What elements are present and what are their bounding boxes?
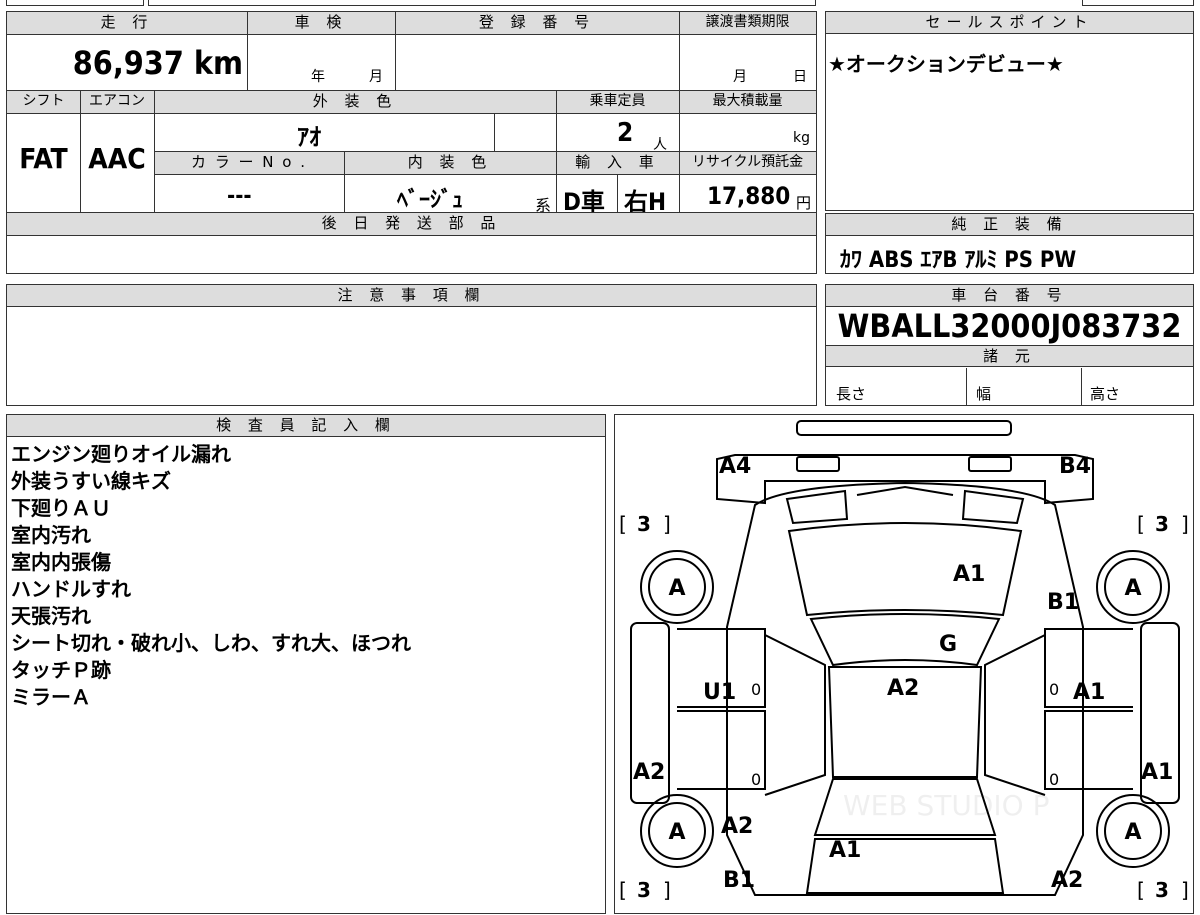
color-no-value: --- [227,184,252,209]
mark-rear-right: A2 [1051,868,1083,893]
spec-height-label: 高さ [1090,385,1121,403]
mileage-value: 86,937 km [7,38,247,88]
caution-box: 注 意 事 項 欄 [6,284,817,406]
equipment-text: ｶﾜ ABS ｴｱB ｱﾙﾐ PS PW [840,248,1077,273]
tread-bracket-fl-close: ] [663,512,671,536]
mileage-header: 走 行 [7,12,247,34]
recycle-unit: 円 [796,194,812,212]
mark-left-front-door: U1 [703,680,736,705]
transfer-day: 日 [793,69,807,85]
note-line: 外装うすい線キズ [11,469,171,493]
sales-point-text: ★オークションデビュー★ [828,52,1064,76]
maxload-unit: kg [793,130,810,146]
tread-fr: 3 [1155,512,1169,536]
tread-bracket-fr: [ [1137,512,1145,536]
mark-right-rocker: A1 [1141,760,1173,785]
vehicle-info-table: 走 行 車 検 登 録 番 号 譲渡書類期限 86,937 km 年 月 月 日… [6,11,817,274]
damage-diagram-box: [ 3 ] [ 3 ] [ 3 ] [ 3 ] A A A A A4 B4 A1… [614,414,1194,914]
zero-mark-rr: 0 [1049,770,1059,789]
note-line: エンジン廻りオイル漏れ [11,442,231,466]
top-strip-right [1082,0,1194,6]
capacity-value: 2 [617,118,634,148]
inspector-notes-list: エンジン廻りオイル漏れ 外装うすい線キズ 下廻りＡＵ 室内汚れ 室内内張傷 ハン… [11,441,411,711]
mark-rear-left: B1 [723,868,755,893]
tire-mark-fl: A [668,576,685,601]
color-no-header: カ ラ ー N o . [154,152,344,174]
sales-point-box: セールスポイント ★オークションデビュー★ [825,11,1194,211]
mark-roof: A2 [887,676,919,701]
tread-rl: 3 [637,878,651,902]
interior-value: ﾍﾞｰｼﾞｭ [397,188,464,213]
tread-bracket-rr: [ [1137,878,1145,902]
transfer-month: 月 [733,69,747,85]
mark-hood: A1 [953,562,985,587]
tread-bracket-fl: [ [619,512,627,536]
tire-mark-rr: A [1124,820,1141,845]
shift-header: シフト [7,91,80,113]
zero-mark-lr: 0 [751,770,761,789]
equipment-box: 純 正 装 備 ｶﾜ ABS ｴｱB ｱﾙﾐ PS PW [825,213,1194,274]
mark-left-rear-fender: A2 [721,814,753,839]
tread-fl: 3 [637,512,651,536]
exterior-header: 外 装 色 [154,91,556,113]
shift-value: FAT [19,142,68,175]
capacity-header: 乗車定員 [556,91,679,113]
later-parts-header: 後 日 発 送 部 品 [7,213,816,235]
transfer-header: 譲渡書類期限 [679,12,816,34]
mark-left-rocker: A2 [633,760,665,785]
mark-windshield: G [939,632,957,657]
spec-length-label: 長さ [836,385,867,403]
tread-bracket-rr-close: ] [1181,878,1189,902]
recycle-value: 17,880 [707,182,791,210]
mark-right-front-fender: B1 [1047,590,1079,615]
recycle-header: リサイクル預託金 [679,152,816,174]
ac-header: エアコン [80,91,154,113]
mark-front-left: A4 [719,454,751,479]
note-line: 下廻りＡＵ [11,496,111,520]
note-line: 室内汚れ [11,523,91,547]
watermark: WEB STUDIO P [843,789,1050,822]
car-diagram: [ 3 ] [ 3 ] [ 3 ] [ 3 ] A A A A A4 B4 A1… [619,420,1189,902]
mark-trunk: A1 [829,838,861,863]
zero-mark-lf: 0 [751,680,761,699]
tire-mark-fr: A [1124,576,1141,601]
inspection-year: 年 [311,69,325,85]
note-line: 室内内張傷 [11,550,111,574]
interior-header: 内 装 色 [344,152,556,174]
exterior-value: ｱｵ [297,123,321,151]
ac-value: AAC [88,142,146,175]
note-line: タッチＰ跡 [11,658,111,682]
tire-mark-rl: A [668,820,685,845]
mileage-unit: km [193,44,243,82]
maxload-header: 最大積載量 [679,91,816,113]
chassis-box: 車 台 番 号 WBALL32000J083732 諸 元 長さ 幅 高さ [825,284,1194,406]
specs-header: 諸 元 [826,345,1193,367]
note-line: ミラーＡ [11,685,91,709]
chassis-number: WBALL32000J083732 [837,307,1182,345]
inspection-month: 月 [369,69,383,85]
tread-bracket-rl-close: ] [663,878,671,902]
inspector-box: 検 査 員 記 入 欄 エンジン廻りオイル漏れ 外装うすい線キズ 下廻りＡＵ 室… [6,414,606,914]
tread-bracket-fr-close: ] [1181,512,1189,536]
top-strip-left [6,0,144,6]
equipment-header: 純 正 装 備 [826,214,1193,236]
import-header: 輸 入 車 [556,152,679,174]
chassis-header: 車 台 番 号 [826,285,1193,307]
registration-header: 登 録 番 号 [395,12,679,34]
tread-rr: 3 [1155,878,1169,902]
tread-bracket-rl: [ [619,878,627,902]
zero-mark-rf: 0 [1049,680,1059,699]
inspector-header: 検 査 員 記 入 欄 [7,415,605,437]
spec-width-label: 幅 [976,385,992,403]
inspection-header: 車 検 [247,12,395,34]
note-line: 天張汚れ [11,604,91,628]
mark-right-front-door: A1 [1073,680,1105,705]
mileage-number: 86,937 [72,44,184,82]
sales-point-header: セールスポイント [826,12,1193,34]
note-line: ハンドルすれ [11,577,131,601]
note-line: シート切れ・破れ小、しわ、すれ大、ほつれ [11,631,411,655]
caution-header: 注 意 事 項 欄 [7,285,816,307]
mark-front-right: B4 [1059,454,1091,479]
top-strip-mid [148,0,816,6]
